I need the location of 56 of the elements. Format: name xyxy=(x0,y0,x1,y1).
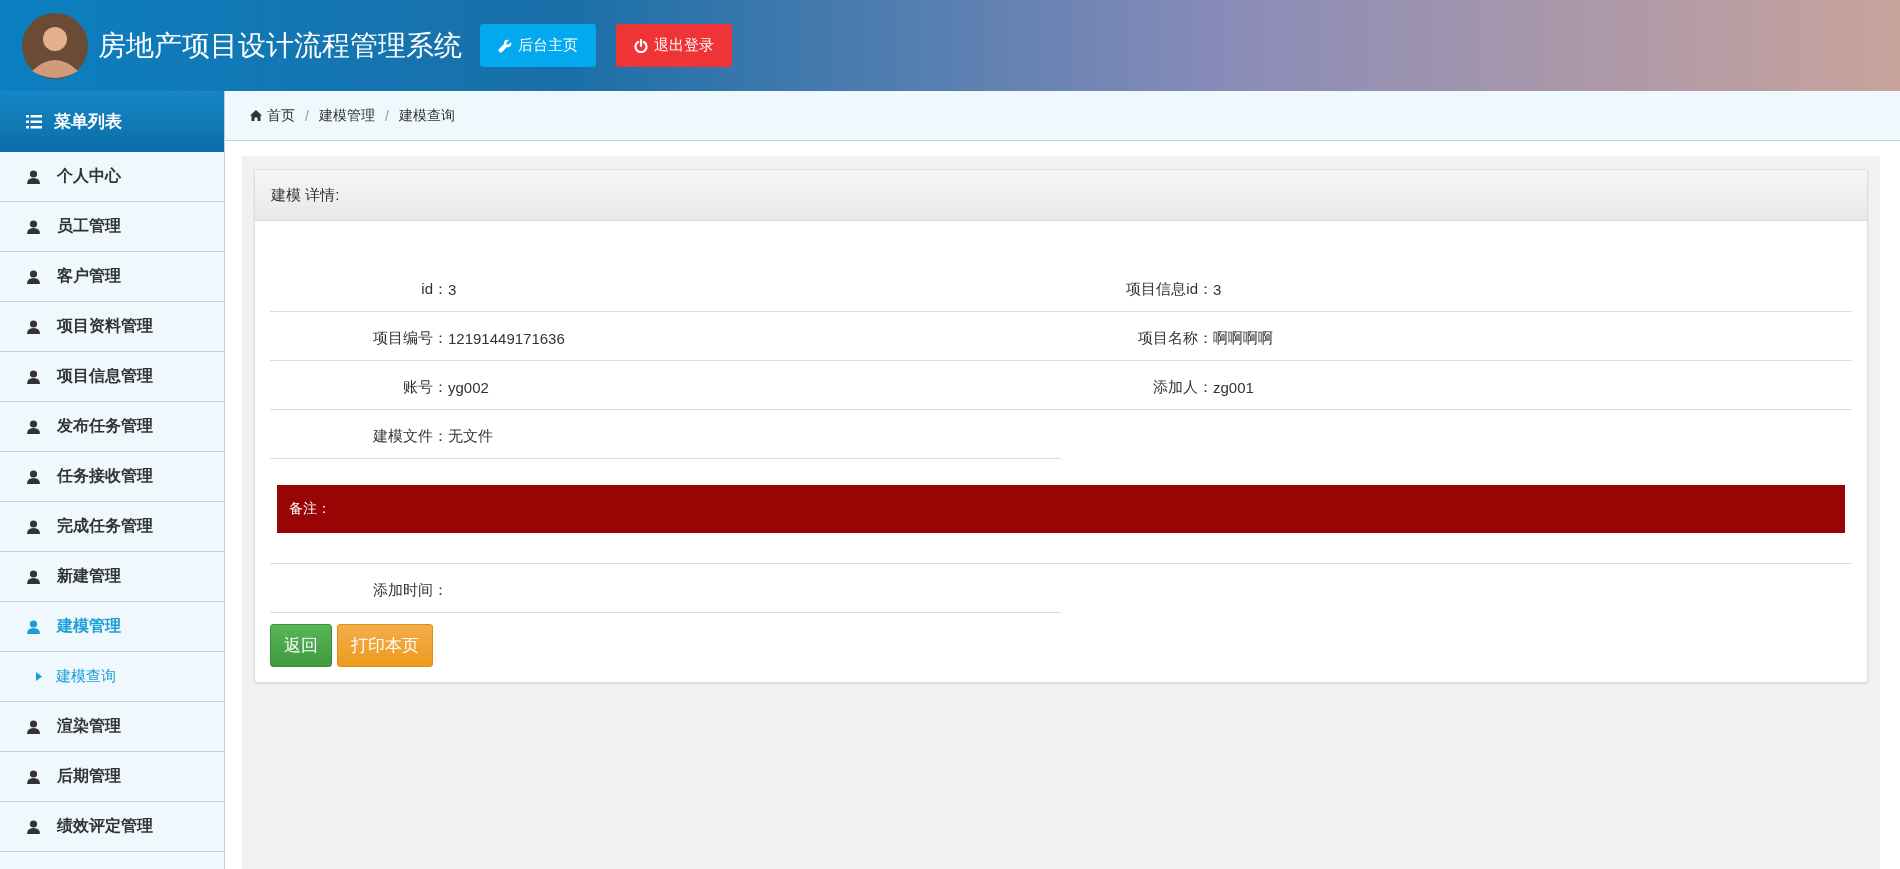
breadcrumb-separator: / xyxy=(384,107,389,124)
field-label: 添加时间： xyxy=(372,580,448,600)
menu-item[interactable]: 发布任务管理 xyxy=(0,402,224,452)
menu-title: 菜单列表 xyxy=(54,111,122,133)
triangle-icon xyxy=(36,672,42,681)
user-icon xyxy=(27,769,40,784)
menu-item[interactable]: 完成任务管理 xyxy=(0,502,224,552)
menu-item[interactable]: 客户管理 xyxy=(0,252,224,302)
menu-item[interactable]: 绩效评定管理 xyxy=(0,802,224,852)
field-value: yg002 xyxy=(448,378,489,396)
user-icon xyxy=(27,169,40,184)
user-icon xyxy=(27,719,40,734)
home-icon xyxy=(250,110,262,121)
field-label: 项目信息id： xyxy=(1125,279,1213,299)
logout-button[interactable]: 退出登录 xyxy=(616,24,732,67)
breadcrumb-link[interactable]: 建模管理 xyxy=(318,106,375,125)
user-icon xyxy=(27,419,40,434)
breadcrumb-link[interactable]: 首页 xyxy=(250,106,295,125)
user-icon xyxy=(27,319,40,334)
user-icon xyxy=(27,269,40,284)
user-icon xyxy=(27,569,40,584)
menu-item[interactable]: 员工管理 xyxy=(0,202,224,252)
field-label: 账号： xyxy=(402,377,448,397)
menu-item[interactable]: 项目信息管理 xyxy=(0,352,224,402)
list-icon xyxy=(26,114,42,129)
field-label: 建模文件： xyxy=(372,426,448,446)
user-icon xyxy=(27,469,40,484)
field-value: 3 xyxy=(448,280,457,298)
menu-item[interactable]: 项目资料管理 xyxy=(0,302,224,352)
field-value: 无文件 xyxy=(448,426,493,446)
user-icon xyxy=(27,619,40,634)
field-value: zg001 xyxy=(1213,378,1254,396)
field-value: 啊啊啊啊 xyxy=(1213,328,1273,348)
menu-item[interactable]: 新建管理 xyxy=(0,552,224,602)
field-label: 添加人： xyxy=(1152,377,1213,397)
field-label: 项目编号： xyxy=(372,328,448,348)
remark-bar: 备注： xyxy=(277,485,1845,533)
field-label: id： xyxy=(420,279,448,299)
menu-item[interactable]: 后期管理 xyxy=(0,752,224,802)
breadcrumb-link[interactable]: 建模查询 xyxy=(398,106,455,125)
breadcrumb-separator: / xyxy=(305,107,309,124)
avatar-icon xyxy=(22,12,88,79)
user-icon xyxy=(27,819,40,834)
user-icon xyxy=(27,219,40,234)
menu-item[interactable]: 任务接收管理 xyxy=(0,452,224,502)
app-title: 房地产项目设计流程管理系统 xyxy=(98,28,462,63)
field-value: 12191449171636 xyxy=(448,329,565,347)
menu-item[interactable]: 个人中心 xyxy=(0,152,224,202)
field-label: 项目名称： xyxy=(1137,328,1213,348)
user-icon xyxy=(27,519,40,534)
menu-item[interactable]: 渲染管理 xyxy=(0,702,224,752)
wrench-icon xyxy=(498,38,512,53)
card-title: 建模 详情: xyxy=(255,170,1867,221)
power-icon xyxy=(634,38,648,53)
field-value: 3 xyxy=(1213,280,1222,298)
user-icon xyxy=(27,369,40,384)
